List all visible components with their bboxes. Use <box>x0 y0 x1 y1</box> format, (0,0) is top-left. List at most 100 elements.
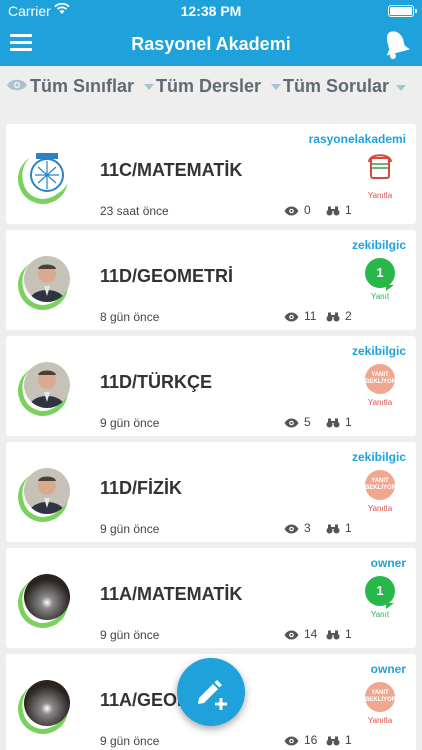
profile-photo <box>24 362 70 408</box>
answer-status-label: Yanıtla <box>367 398 393 407</box>
new-question-button[interactable] <box>177 658 245 726</box>
filter-subjects-label: Tüm Dersler <box>156 76 262 96</box>
views-count: 16 <box>284 733 317 747</box>
views-value: 0 <box>304 203 311 217</box>
avatar <box>10 464 76 530</box>
answer-status-label: Yanıt <box>370 292 390 301</box>
question-course: 11D/FİZİK <box>100 478 183 498</box>
bell-icon[interactable] <box>380 28 410 60</box>
answer-status-label: Yanıt <box>370 610 390 619</box>
question-time: 8 gün önce <box>100 310 160 324</box>
views-value: 3 <box>304 521 311 535</box>
question-username[interactable]: zekibilgic <box>352 450 406 464</box>
answer-status[interactable]: 1 Yanıt <box>362 258 398 301</box>
question-time: 9 gün önce <box>100 628 160 642</box>
answers-count: 1 <box>326 415 352 429</box>
views-count: 0 <box>284 203 311 217</box>
question-course: 11C/MATEMATİK <box>100 160 243 180</box>
pending-badge: YANIT BEKLİYOR <box>365 364 396 394</box>
question-username[interactable]: zekibilgic <box>352 344 406 358</box>
answers-value: 2 <box>345 309 352 323</box>
filter-questions[interactable]: Tüm Sorular <box>271 76 389 97</box>
answer-status[interactable]: YANIT BEKLİYOR Yanıtla <box>362 470 398 513</box>
question-username[interactable]: owner <box>371 662 406 676</box>
answer-status-label: Yanıtla <box>367 504 393 513</box>
answers-value: 1 <box>345 627 352 641</box>
views-value: 11 <box>304 309 317 323</box>
logo-avatar <box>24 150 70 196</box>
binoculars-icon <box>326 736 340 746</box>
filter-questions-label: Tüm Sorular <box>283 76 390 96</box>
app-header: Rasyonel Akademi <box>0 22 422 66</box>
question-card[interactable]: owner 11A/MATEMATİK 9 gün önce 14 1 1 Ya… <box>6 548 416 648</box>
question-time: 9 gün önce <box>100 416 160 430</box>
profile-photo <box>24 574 70 620</box>
views-count: 3 <box>284 521 311 535</box>
caret-down-icon[interactable] <box>396 85 406 91</box>
question-username[interactable]: zekibilgic <box>352 238 406 252</box>
avatar <box>10 358 76 424</box>
views-value: 16 <box>304 733 318 747</box>
question-time: 9 gün önce <box>100 734 160 748</box>
pencil-plus-icon <box>198 680 227 710</box>
question-time: 23 saat önce <box>100 204 169 218</box>
views-count: 14 <box>284 627 317 641</box>
answers-count: 1 <box>326 203 352 217</box>
question-time: 9 gün önce <box>100 522 160 536</box>
filter-classes[interactable]: Tüm Sınıflar <box>30 76 134 97</box>
waiting-icon <box>368 154 392 179</box>
pending-badge: YANIT BEKLİYOR <box>365 470 396 500</box>
answer-status[interactable]: 1 Yanıt <box>362 576 398 619</box>
answers-count: 1 <box>326 627 352 641</box>
question-card[interactable]: rasyonelakademi 11C/MATEMATİK 23 saat ön… <box>6 124 416 224</box>
filter-classes-label: Tüm Sınıflar <box>30 76 135 96</box>
status-time: 12:38 PM <box>180 3 242 19</box>
answers-count: 2 <box>326 309 352 323</box>
eye-icon <box>7 79 27 91</box>
eye-icon <box>284 736 299 746</box>
views-count: 11 <box>284 309 316 323</box>
answer-status-label: Yanıtla <box>367 716 393 725</box>
filter-bar: Tüm Sınıflar Tüm Dersler Tüm Sorular <box>0 66 422 110</box>
answer-status[interactable]: YANIT BEKLİYOR Yanıtla <box>362 364 398 407</box>
question-card[interactable]: zekibilgic 11D/FİZİK 9 gün önce 3 1 YANI… <box>6 442 416 542</box>
answer-status-label: Yanıtla <box>367 191 393 200</box>
answer-count-badge: 1 <box>365 576 395 609</box>
answers-value: 1 <box>345 521 352 535</box>
eye-icon <box>284 418 299 428</box>
question-course: 11A/MATEMATİK <box>100 584 243 604</box>
status-bar: Carrier 12:38 PM <box>0 0 422 22</box>
binoculars-icon <box>326 630 340 640</box>
avatar <box>10 676 76 742</box>
question-username[interactable]: owner <box>371 556 406 570</box>
filter-subjects[interactable]: Tüm Dersler <box>144 76 261 97</box>
answers-count: 1 <box>326 521 352 535</box>
answers-value: 1 <box>345 203 352 217</box>
binoculars-icon <box>326 418 340 428</box>
binoculars-icon <box>326 312 340 322</box>
answer-status[interactable]: YANIT BEKLİYOR Yanıtla <box>362 682 398 725</box>
views-count: 5 <box>284 415 311 429</box>
views-value: 14 <box>304 627 318 641</box>
answer-count-badge: 1 <box>365 258 395 291</box>
avatar <box>10 146 76 212</box>
eye-icon <box>284 206 299 216</box>
binoculars-icon <box>326 524 340 534</box>
answer-status[interactable]: Yanıtla <box>362 152 398 200</box>
eye-icon <box>284 630 299 640</box>
avatar <box>10 252 76 318</box>
eye-icon <box>284 312 299 322</box>
question-username[interactable]: rasyonelakademi <box>309 132 406 146</box>
views-value: 5 <box>304 415 311 429</box>
caret-down-icon <box>144 84 154 91</box>
eye-icon <box>284 524 299 534</box>
binoculars-icon <box>326 206 340 216</box>
battery-icon <box>388 5 417 17</box>
question-card[interactable]: zekibilgic 11D/GEOMETRİ 8 gün önce 11 2 … <box>6 230 416 330</box>
caret-down-icon <box>271 84 281 91</box>
app-title: Rasyonel Akademi <box>131 34 291 54</box>
profile-photo <box>24 468 70 514</box>
question-card[interactable]: zekibilgic 11D/TÜRKÇE 9 gün önce 5 1 YAN… <box>6 336 416 436</box>
profile-photo <box>24 256 70 302</box>
answers-count: 1 <box>326 733 352 747</box>
